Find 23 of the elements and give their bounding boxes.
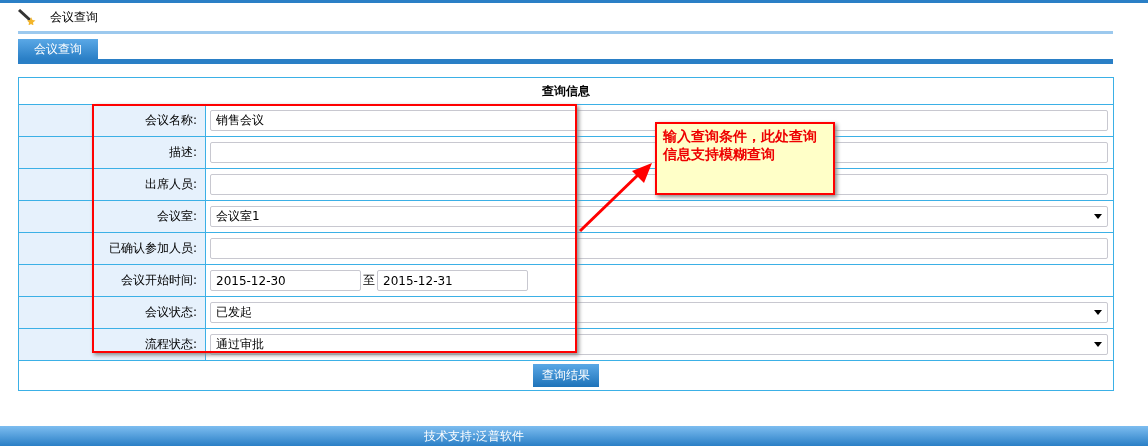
callout-note: 输入查询条件，此处查询信息支持模糊查询	[655, 122, 835, 195]
dropdown[interactable]: 通过审批	[210, 334, 1108, 355]
range-separator: 至	[363, 272, 375, 289]
caret-icon	[1094, 310, 1102, 315]
footer-text: 技术支持:泛普软件	[423, 428, 524, 445]
field-label: 会议室:	[156, 209, 197, 223]
caret-icon	[1094, 342, 1102, 347]
form-title: 查询信息	[542, 83, 590, 98]
dropdown[interactable]: 会议室1	[210, 206, 1108, 227]
caret-icon	[1094, 214, 1102, 219]
field-label: 描述:	[168, 145, 197, 159]
date-field[interactable]: 2015-12-30	[210, 270, 361, 291]
field-label: 已确认参加人员:	[108, 241, 197, 255]
page-title: 会议查询	[50, 8, 98, 26]
dropdown[interactable]: 已发起	[210, 302, 1108, 323]
field-label: 会议状态:	[144, 305, 197, 319]
date-field[interactable]: 2015-12-31	[377, 270, 528, 291]
wand-icon	[18, 9, 36, 25]
field-label: 出席人员:	[144, 177, 197, 191]
field-label: 会议名称:	[144, 113, 197, 127]
field-label: 流程状态:	[144, 337, 197, 351]
text-field[interactable]	[210, 238, 1108, 259]
field-label: 会议开始时间:	[120, 273, 197, 287]
